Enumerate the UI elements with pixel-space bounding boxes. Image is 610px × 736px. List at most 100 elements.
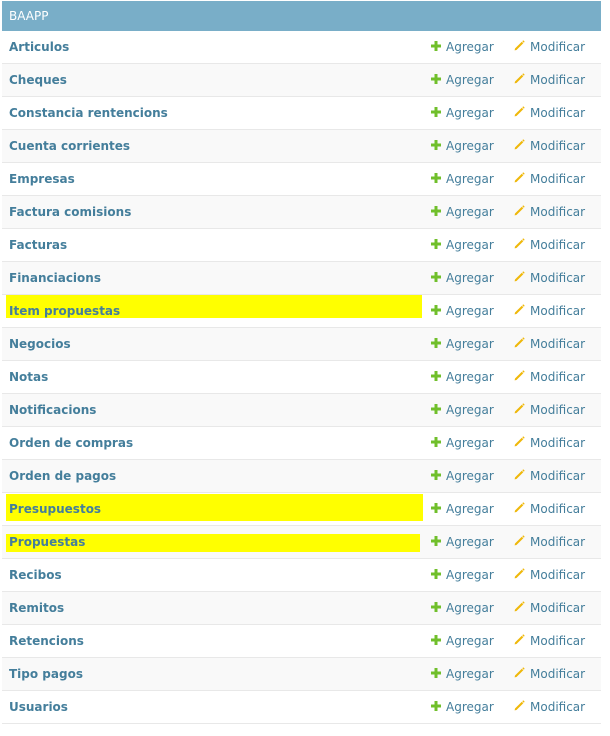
- change-link[interactable]: Modificar: [514, 658, 585, 690]
- model-link[interactable]: Notas: [9, 361, 48, 393]
- add-link[interactable]: Agregar: [431, 592, 494, 624]
- app-module-baapp: BAAPP Articulos Agregar Modificar Cheques Ag…: [2, 1, 601, 724]
- model-link[interactable]: Empresas: [9, 163, 75, 195]
- add-link[interactable]: Agregar: [431, 361, 494, 393]
- model-link[interactable]: Facturas: [9, 229, 67, 261]
- pencil-icon: [514, 493, 525, 525]
- change-link[interactable]: Modificar: [514, 592, 585, 624]
- app-caption[interactable]: BAAPP: [2, 1, 601, 31]
- change-link[interactable]: Modificar: [514, 328, 585, 360]
- model-link[interactable]: Constancia rentencions: [9, 97, 168, 129]
- model-link[interactable]: Articulos: [9, 31, 69, 63]
- add-link[interactable]: Agregar: [431, 64, 494, 96]
- add-icon: [431, 493, 441, 525]
- add-link[interactable]: Agregar: [431, 196, 494, 228]
- change-label: Modificar: [530, 40, 586, 54]
- add-link[interactable]: Agregar: [431, 328, 494, 360]
- pencil-icon: [514, 592, 525, 624]
- model-link[interactable]: Notificacions: [9, 394, 96, 426]
- model-link[interactable]: Orden de compras: [9, 427, 133, 459]
- add-link[interactable]: Agregar: [431, 427, 494, 459]
- model-row: Tipo pagos Agregar Modificar: [2, 658, 601, 691]
- add-label: Agregar: [446, 535, 494, 549]
- change-link[interactable]: Modificar: [514, 163, 585, 195]
- model-link[interactable]: Retencions: [9, 625, 84, 657]
- add-link[interactable]: Agregar: [431, 460, 494, 492]
- change-link[interactable]: Modificar: [514, 97, 585, 129]
- add-link[interactable]: Agregar: [431, 229, 494, 261]
- pencil-icon: [514, 97, 525, 129]
- change-link[interactable]: Modificar: [514, 130, 585, 162]
- model-link[interactable]: Cuenta corrientes: [9, 130, 130, 162]
- change-link[interactable]: Modificar: [514, 394, 585, 426]
- model-link[interactable]: Item propuestas: [9, 295, 120, 327]
- add-icon: [431, 64, 441, 96]
- add-link[interactable]: Agregar: [431, 625, 494, 657]
- model-link[interactable]: Presupuestos: [9, 493, 101, 525]
- add-link[interactable]: Agregar: [431, 295, 494, 327]
- add-link[interactable]: Agregar: [431, 658, 494, 690]
- change-link[interactable]: Modificar: [514, 493, 585, 525]
- add-label: Agregar: [446, 370, 494, 384]
- model-link[interactable]: Tipo pagos: [9, 658, 83, 690]
- change-label: Modificar: [530, 700, 586, 714]
- add-label: Agregar: [446, 73, 494, 87]
- change-label: Modificar: [530, 502, 586, 516]
- change-link[interactable]: Modificar: [514, 427, 585, 459]
- pencil-icon: [514, 427, 525, 459]
- change-link[interactable]: Modificar: [514, 460, 585, 492]
- add-label: Agregar: [446, 205, 494, 219]
- change-link[interactable]: Modificar: [514, 196, 585, 228]
- model-row: Factura comisions Agregar Modificar: [2, 196, 601, 229]
- change-link[interactable]: Modificar: [514, 625, 585, 657]
- add-icon: [431, 262, 441, 294]
- add-label: Agregar: [446, 403, 494, 417]
- add-link[interactable]: Agregar: [431, 394, 494, 426]
- add-icon: [431, 97, 441, 129]
- add-label: Agregar: [446, 700, 494, 714]
- change-link[interactable]: Modificar: [514, 691, 585, 723]
- add-label: Agregar: [446, 337, 494, 351]
- add-link[interactable]: Agregar: [431, 559, 494, 591]
- model-row: Propuestas Agregar Modificar: [2, 526, 601, 559]
- pencil-icon: [514, 328, 525, 360]
- add-link[interactable]: Agregar: [431, 493, 494, 525]
- add-link[interactable]: Agregar: [431, 262, 494, 294]
- pencil-icon: [514, 691, 525, 723]
- change-label: Modificar: [530, 172, 586, 186]
- add-link[interactable]: Agregar: [431, 31, 494, 63]
- model-link[interactable]: Recibos: [9, 559, 62, 591]
- change-link[interactable]: Modificar: [514, 361, 585, 393]
- model-link[interactable]: Propuestas: [9, 526, 85, 558]
- model-link[interactable]: Remitos: [9, 592, 64, 624]
- add-label: Agregar: [446, 568, 494, 582]
- change-link[interactable]: Modificar: [514, 64, 585, 96]
- model-link[interactable]: Factura comisions: [9, 196, 131, 228]
- model-row: Financiacions Agregar Modificar: [2, 262, 601, 295]
- add-link[interactable]: Agregar: [431, 163, 494, 195]
- model-link[interactable]: Financiacions: [9, 262, 101, 294]
- add-icon: [431, 196, 441, 228]
- model-link[interactable]: Orden de pagos: [9, 460, 116, 492]
- add-link[interactable]: Agregar: [431, 691, 494, 723]
- add-link[interactable]: Agregar: [431, 130, 494, 162]
- model-row: Recibos Agregar Modificar: [2, 559, 601, 592]
- add-link[interactable]: Agregar: [431, 97, 494, 129]
- add-icon: [431, 625, 441, 657]
- change-link[interactable]: Modificar: [514, 526, 585, 558]
- add-link[interactable]: Agregar: [431, 526, 494, 558]
- change-link[interactable]: Modificar: [514, 559, 585, 591]
- model-link[interactable]: Negocios: [9, 328, 71, 360]
- add-label: Agregar: [446, 502, 494, 516]
- change-link[interactable]: Modificar: [514, 295, 585, 327]
- model-row: Facturas Agregar Modificar: [2, 229, 601, 262]
- add-label: Agregar: [446, 469, 494, 483]
- add-icon: [431, 427, 441, 459]
- change-link[interactable]: Modificar: [514, 31, 585, 63]
- change-link[interactable]: Modificar: [514, 229, 585, 261]
- add-label: Agregar: [446, 238, 494, 252]
- change-label: Modificar: [530, 469, 586, 483]
- model-link[interactable]: Usuarios: [9, 691, 68, 723]
- change-link[interactable]: Modificar: [514, 262, 585, 294]
- model-link[interactable]: Cheques: [9, 64, 67, 96]
